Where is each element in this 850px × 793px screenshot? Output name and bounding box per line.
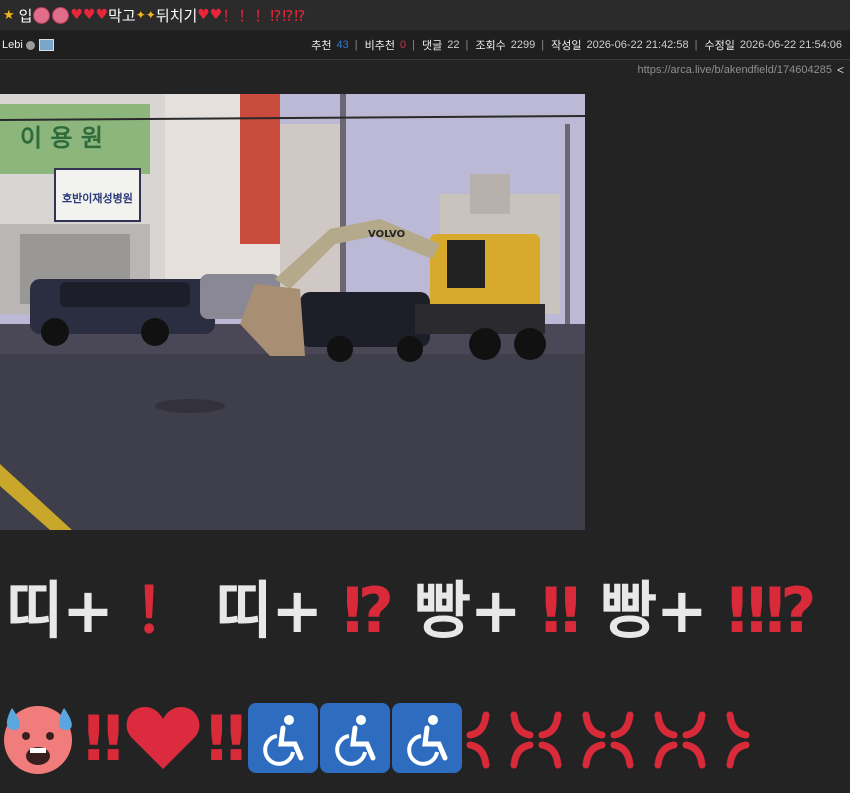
post-stats: 추천 43 | 비추천 0 | 댓글 22 | 조회수 2299 | 작성일 2… — [304, 37, 850, 53]
anger-icon — [610, 711, 678, 769]
heart-icon — [126, 707, 200, 769]
text-tti-plus: 띠+ — [215, 574, 323, 647]
verified-icon — [25, 40, 35, 50]
title-text-1: 입 — [18, 6, 33, 25]
face-emoji-icon — [52, 6, 70, 24]
stat-label: 추천 — [311, 40, 332, 52]
heart-icon: ♥♥ — [197, 7, 223, 23]
cold-sweat-face-icon — [4, 706, 72, 774]
stat-value: 2026-06-22 21:54:06 — [739, 39, 842, 51]
excavator-brand: VOLVO — [368, 229, 405, 240]
divider: | — [354, 39, 358, 51]
stat-label: 작성일 — [551, 40, 582, 52]
divider: | — [694, 39, 698, 51]
title-text-3: 뒤치기 — [155, 6, 198, 25]
street-excavator-photo: 이 용 원 호반이재성병원 VOLVO — [0, 94, 585, 530]
emoji-row: ‼ ‼ — [0, 700, 752, 776]
wheelchair-icon — [319, 703, 390, 773]
face-emoji-icon — [33, 6, 51, 24]
exclamation-icon: ！ — [133, 574, 196, 647]
stat-value: 0 — [400, 39, 407, 51]
wheelchair-icon — [391, 703, 462, 773]
shop-sign-2: 호반이재성병원 — [62, 191, 133, 205]
post-url-row: https://arca.live/b/akendfield/174604285… — [638, 63, 845, 77]
double-exclamation-icon: ‼ — [84, 701, 123, 775]
author-name[interactable]: Lebi — [2, 39, 23, 51]
stat-value: 22 — [447, 39, 460, 51]
post-title-bar: ★ 입 ♥♥♥ 막고 ✦✦ 뒤치기 ♥♥ ！！！⁉⁉⁉ — [0, 0, 850, 30]
share-icon[interactable]: < — [837, 63, 844, 77]
star-icon: ★ — [3, 7, 15, 23]
divider: | — [541, 39, 545, 51]
stat-label: 수정일 — [704, 40, 735, 52]
big-text-line: 띠+ ！ 띠+ ⁉ 빵+ ‼ 빵+ ‼⁉ — [6, 560, 817, 650]
post-meta-bar: Lebi 추천 43 | 비추천 0 | 댓글 22 | 조회수 2299 | … — [0, 31, 850, 60]
wheelchair-icon — [247, 703, 318, 773]
sparkle-icon: ✦✦ — [135, 8, 156, 22]
shop-sign-1: 이 용 원 — [20, 124, 103, 152]
stat-value: 2299 — [510, 39, 536, 51]
stat-label: 비추천 — [364, 40, 396, 52]
stat-label: 조회수 — [475, 40, 506, 52]
anger-icon — [682, 711, 750, 769]
text-ppang-plus: 빵+ — [413, 574, 522, 647]
text-ppang-plus: 빵+ — [599, 574, 708, 647]
double-exclamation-icon: ‼ — [541, 574, 580, 647]
anger-icon — [466, 711, 534, 769]
stat-value: 2026-06-22 21:42:58 — [586, 39, 689, 51]
user-badge-icon — [38, 39, 54, 51]
heart-icon: ♥♥♥ — [70, 7, 109, 23]
post-url-link[interactable]: https://arca.live/b/akendfield/174604285 — [638, 64, 832, 76]
stat-label: 댓글 — [422, 40, 443, 52]
interrobang-icon: ⁉ — [342, 574, 394, 647]
anger-icon — [538, 711, 606, 769]
double-exclamation-interrobang-icon: ‼⁉ — [727, 574, 816, 647]
title-text-2: 막고 — [108, 6, 136, 25]
divider: | — [412, 39, 415, 51]
double-exclamation-icon: ‼ — [206, 701, 246, 775]
divider: | — [465, 39, 469, 51]
stat-value: 43 — [336, 39, 349, 51]
text-tti-plus: 띠+ — [6, 574, 114, 647]
title-exclamations: ！！！⁉⁉⁉ — [222, 6, 307, 25]
post-photo: 이 용 원 호반이재성병원 VOLVO — [0, 94, 585, 530]
